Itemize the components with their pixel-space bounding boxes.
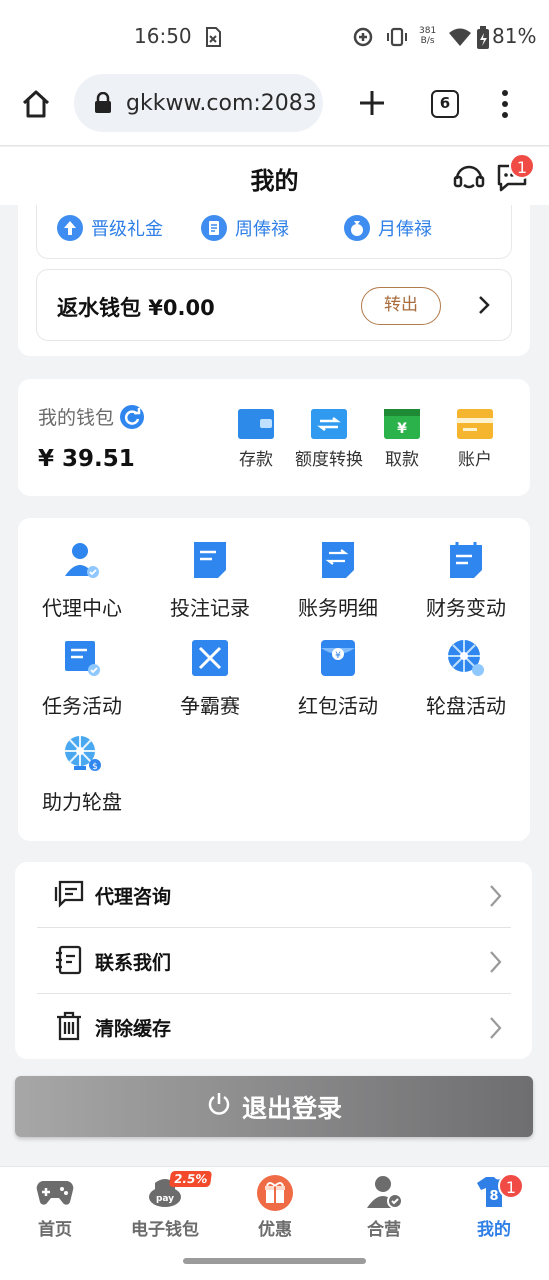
refresh-icon[interactable] [120,404,145,429]
calendar-icon [446,540,486,580]
wallet-label: 我的钱包 [38,403,145,430]
bet-records[interactable]: 投注记录 [146,540,274,621]
document-icon [190,540,230,580]
net-speed: 381 B/s [419,26,437,46]
task-activity[interactable]: 任务活动 [18,638,146,719]
withdraw-icon: ¥ [384,409,420,439]
battery-percent: 81% [492,24,537,48]
monthly-salary-link[interactable]: 月俸禄 [344,215,432,241]
svg-text:¥: ¥ [335,651,341,661]
agent-center[interactable]: 代理中心 [18,540,146,621]
crossed-swords-icon [190,638,230,678]
battery-icon [476,26,490,54]
money-bag-icon [344,215,370,241]
red-packet-icon: ¥ [318,638,358,678]
status-bar: 16:50 381 B/s 81% [0,0,549,74]
gamepad-icon [36,1175,74,1209]
vip-rewards-row: 晋级礼金 周俸禄 月俸禄 [36,205,512,259]
account-button[interactable]: 账户 [435,409,515,470]
wheel-activity[interactable]: 轮盘活动 [402,638,530,719]
chevron-right-icon [489,884,503,912]
contact-us-row[interactable]: 联系我们 [37,928,511,994]
new-tab-icon[interactable] [356,87,388,123]
customer-service-icon[interactable] [452,161,486,199]
chevron-right-icon [489,950,503,978]
status-time: 16:50 [134,24,192,48]
arrow-up-icon [57,215,83,241]
nav-promotions[interactable]: 优惠 [225,1175,325,1240]
trash-icon [53,1010,85,1046]
wheel-icon [446,638,486,678]
address-bar[interactable]: gkkww.com:2083 [74,74,323,132]
page-header: 我的 1 [0,147,549,205]
vibrate-icon [386,26,408,52]
gift-icon [256,1175,294,1211]
nav-mine[interactable]: 8 我的 [444,1175,544,1240]
account-details[interactable]: 账务明细 [274,540,402,621]
chat-icon [53,878,85,914]
agent-consultation-row[interactable]: 代理咨询 [37,862,511,928]
partner-user-icon [365,1175,403,1209]
boost-wheel-icon: $ [62,734,102,774]
message-badge: 1 [509,153,535,179]
contact-book-icon [53,944,85,980]
lock-icon [94,91,112,118]
wallet-icon [238,409,274,439]
power-icon [206,1091,232,1123]
promotion-bonus-link[interactable]: 晋级礼金 [57,215,163,241]
rebate-wallet-label: 返水钱包 ¥0.00 [57,296,215,320]
nav-partnership[interactable]: 合营 [334,1175,434,1240]
svg-text:$: $ [92,762,98,772]
svg-text:8: 8 [489,1189,498,1204]
clipboard-icon [201,215,227,241]
wallet-amount: ¥ 39.51 [38,446,135,472]
function-grid: 代理中心 投注记录 账务明细 财务变动 任务活动 争霸赛 ¥ 红包活动 轮盘活动… [18,518,530,841]
url-text: gkkww.com:2083 [126,91,316,116]
withdraw-button[interactable]: ¥ 取款 [362,409,442,470]
chevron-right-icon [489,1016,503,1044]
boost-wheel[interactable]: $ 助力轮盘 [18,734,146,815]
rebate-wallet[interactable]: 返水钱包 ¥0.00 转出 [36,269,512,341]
home-gesture-bar[interactable] [183,1258,366,1264]
chevron-right-icon[interactable] [477,294,491,320]
deposit-button[interactable]: 存款 [216,409,296,470]
browser-toolbar: gkkww.com:2083 6 [0,74,549,146]
wifi-icon [448,27,472,51]
nav-home[interactable]: 首页 [5,1175,105,1240]
clear-cache-row[interactable]: 清除缓存 [37,994,511,1060]
transfer-out-button[interactable]: 转出 [361,287,441,325]
tab-switcher-button[interactable]: 6 [431,90,459,118]
bottom-nav: 首页 pay 电子钱包 2.5% 优惠 合营 8 我的 1 [0,1166,549,1246]
sim-error-icon [205,27,221,51]
exchange-icon [311,409,347,439]
wallet-rate-badge: 2.5% [168,1171,213,1187]
more-menu-icon[interactable] [500,88,510,124]
rotation-icon [352,26,374,52]
svg-text:pay: pay [156,1194,174,1204]
weekly-salary-link[interactable]: 周俸禄 [201,215,289,241]
svg-text:¥: ¥ [397,421,407,437]
mine-badge: 1 [498,1173,524,1199]
agent-icon [62,540,102,580]
wallet-card: 我的钱包 ¥ 39.51 存款 额度转换 ¥ 取款 账户 [18,379,530,496]
logout-button[interactable]: 退出登录 [15,1076,533,1137]
task-icon [62,638,102,678]
card-icon [457,409,493,439]
ledger-icon [318,540,358,580]
finance-changes[interactable]: 财务变动 [402,540,530,621]
menu-list: 代理咨询 联系我们 清除缓存 [15,862,532,1059]
vip-card: 晋级礼金 周俸禄 月俸禄 返水钱包 ¥0.00 转出 [18,205,530,356]
transfer-button[interactable]: 额度转换 [289,409,369,470]
championship[interactable]: 争霸赛 [146,638,274,719]
home-icon[interactable] [20,88,52,124]
red-packet-activity[interactable]: ¥ 红包活动 [274,638,402,719]
